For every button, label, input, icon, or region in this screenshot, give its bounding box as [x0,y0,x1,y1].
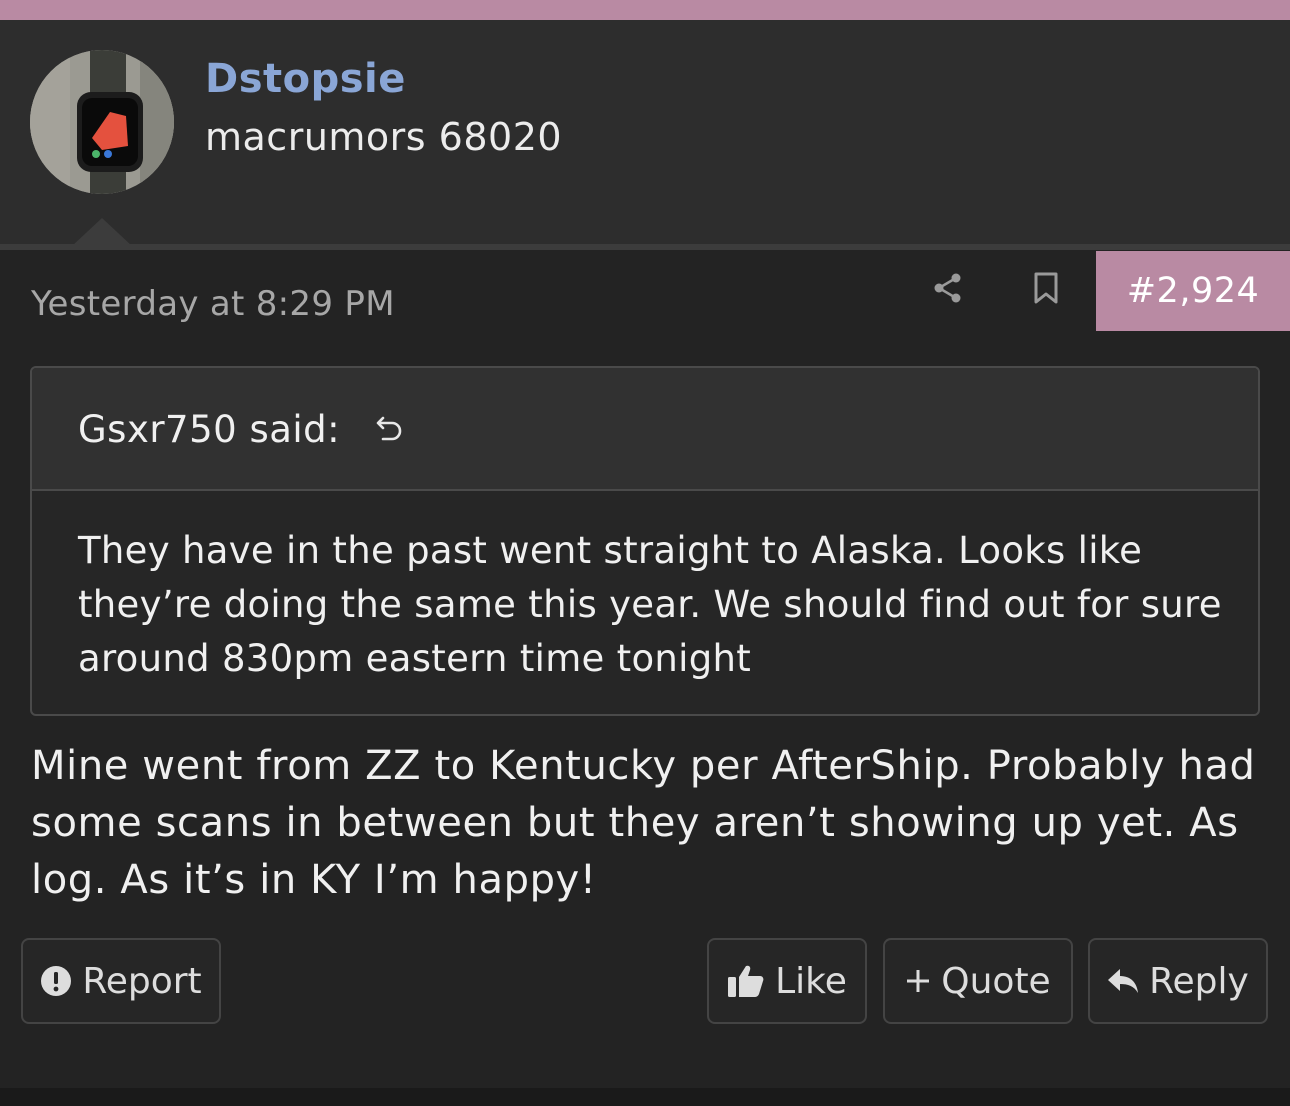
return-arrow-icon[interactable] [374,412,406,444]
share-icon[interactable] [930,270,966,306]
post-date[interactable]: Yesterday at 8:29 PM [31,284,395,324]
reply-label: Reply [1149,960,1249,1002]
bookmark-icon[interactable] [1030,270,1062,306]
report-button[interactable]: Report [21,938,221,1024]
post-body: Mine went from ZZ to Kentucky per AfterS… [31,743,1256,903]
reply-button[interactable]: Reply [1088,938,1268,1024]
user-header: Dstopsie macrumors 68020 [0,20,1290,250]
plus-icon [905,968,931,994]
quote-header: Gsxr750 said: [32,368,1258,491]
reply-arrow-icon [1107,967,1139,995]
quote-text: They have in the past went straight to A… [78,529,1222,680]
avatar[interactable] [30,50,174,194]
username[interactable]: Dstopsie [205,56,406,102]
top-accent-bar [0,0,1290,20]
thumbs-up-icon [727,964,765,998]
quote-label: Quote [941,960,1051,1002]
quote-author[interactable]: Gsxr750 said: [78,408,340,451]
post-number-badge[interactable]: #2,924 [1096,251,1290,331]
report-label: Report [82,960,202,1002]
quote-button[interactable]: Quote [883,938,1073,1024]
quote-block: Gsxr750 said: They have in the past went… [30,366,1260,716]
bottom-strip [0,1088,1290,1106]
exclamation-circle-icon [40,965,72,997]
user-title: macrumors 68020 [205,115,563,159]
header-pointer [72,218,132,246]
like-button[interactable]: Like [707,938,867,1024]
like-label: Like [775,960,847,1002]
avatar-image [30,50,174,194]
